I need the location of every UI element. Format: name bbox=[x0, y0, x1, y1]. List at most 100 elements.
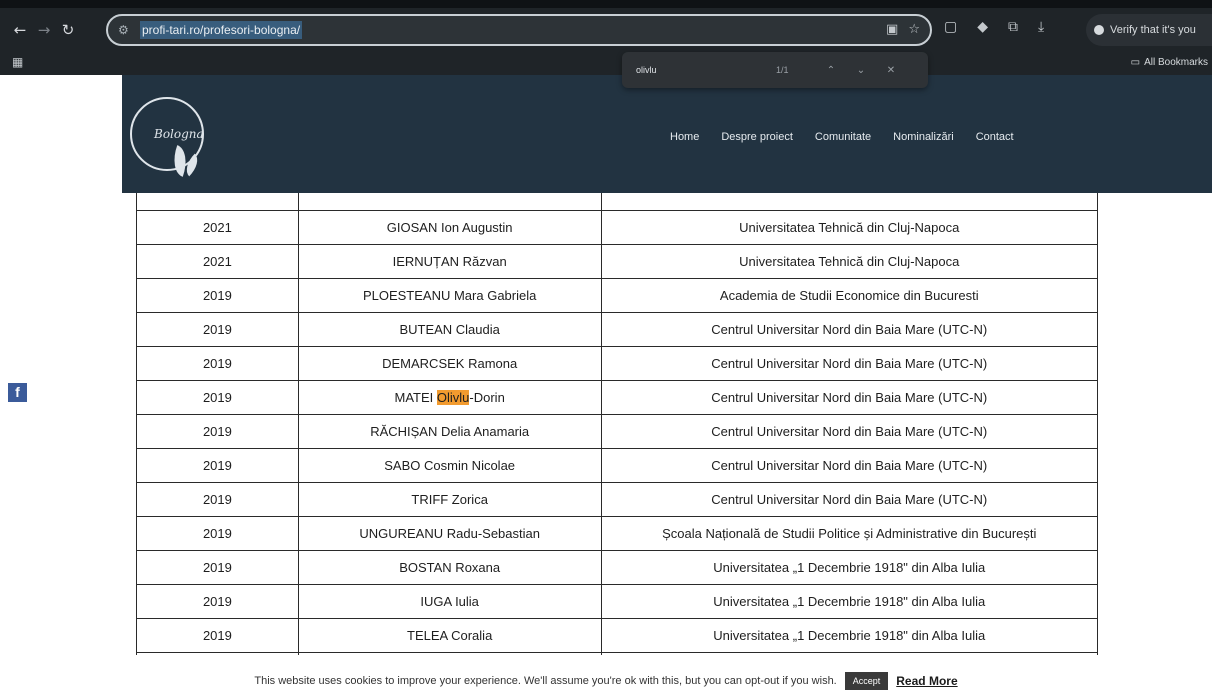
find-match-count: 1/1 bbox=[776, 65, 789, 75]
year-cell: 2019 bbox=[136, 515, 299, 551]
profile-label: Verify that it's you bbox=[1110, 24, 1196, 36]
find-bar: olivlu 1/1 ⌃ ⌄ ✕ bbox=[622, 52, 928, 88]
university-cell: Centrul Universitar Nord din Baia Mare (… bbox=[600, 447, 1098, 483]
table-row-highlighted: 2019 MATEI Olivlu-Dorin Centrul Universi… bbox=[136, 379, 1098, 415]
table-row: 2021 GIOSAN Ion Augustin Universitatea T… bbox=[136, 209, 1098, 245]
name-suffix: -Dorin bbox=[469, 389, 505, 405]
year-cell: 2019 bbox=[136, 481, 299, 517]
name-prefix: MATEI bbox=[394, 389, 437, 405]
university-cell: Centrul Universitar Nord din Baia Mare (… bbox=[600, 413, 1098, 449]
all-bookmarks-label: All Bookmarks bbox=[1144, 57, 1208, 68]
table-row: 2019 BUTEAN Claudia Centrul Universitar … bbox=[136, 311, 1098, 347]
university-cell: Centrul Universitar Nord din Baia Mare (… bbox=[600, 345, 1098, 381]
read-more-link[interactable]: Read More bbox=[896, 674, 957, 688]
back-icon[interactable]: ← bbox=[8, 21, 32, 39]
name-cell: TELEA Coralia bbox=[297, 617, 602, 653]
accept-cookies-button[interactable]: Accept bbox=[844, 671, 889, 690]
site-info-icon[interactable]: ⚙ bbox=[118, 23, 134, 37]
name-cell: BOSTAN Roxana bbox=[297, 549, 602, 585]
find-next-icon[interactable]: ⌄ bbox=[846, 65, 876, 76]
table-row: 2019 PLOESTEANU Mara Gabriela Academia d… bbox=[136, 277, 1098, 313]
name-cell: IUGA Iulia bbox=[297, 583, 602, 619]
page-action-icon[interactable]: ▣ bbox=[886, 22, 898, 37]
university-cell: Universitatea Tehnică din Cluj-Napoca bbox=[600, 209, 1098, 245]
year-cell: 2019 bbox=[136, 379, 299, 415]
table-row: 2019 DEMARCSEK Ramona Centrul Universita… bbox=[136, 345, 1098, 381]
year-cell: 2021 bbox=[136, 209, 299, 245]
address-bar[interactable]: ⚙ profi-tari.ro/profesori-bologna/ ▣ ☆ bbox=[106, 14, 932, 46]
year-cell: 2021 bbox=[136, 243, 299, 279]
table-row-partial-top bbox=[136, 193, 1098, 211]
tab-strip bbox=[0, 0, 1212, 8]
nav-comunitate[interactable]: Comunitate bbox=[815, 131, 871, 143]
url-text[interactable]: profi-tari.ro/profesori-bologna/ bbox=[140, 21, 303, 39]
apps-grid-icon[interactable]: ▦ bbox=[12, 55, 23, 69]
reload-icon[interactable]: ↻ bbox=[56, 21, 80, 39]
nav-home[interactable]: Home bbox=[670, 131, 699, 143]
name-cell: GIOSAN Ion Augustin bbox=[297, 209, 602, 245]
extension-icon[interactable]: ▢ bbox=[944, 19, 957, 35]
year-cell: 2019 bbox=[136, 617, 299, 653]
table-row: 2019 UNGUREANU Radu-Sebastian Școala Naț… bbox=[136, 515, 1098, 551]
site-header: Bologna Home Despre proiect Comunitate N… bbox=[122, 75, 1212, 193]
name-cell: PLOESTEANU Mara Gabriela bbox=[297, 277, 602, 313]
table-row: 2019 BOSTAN Roxana Universitatea „1 Dece… bbox=[136, 549, 1098, 585]
name-cell: BUTEAN Claudia bbox=[297, 311, 602, 347]
forward-icon[interactable]: → bbox=[32, 21, 56, 39]
cookie-text: This website uses cookies to improve you… bbox=[254, 674, 837, 687]
table-row: 2019 RĂCHIȘAN Delia Anamaria Centrul Uni… bbox=[136, 413, 1098, 449]
table-row: 2019 TRIFF Zorica Centrul Universitar No… bbox=[136, 481, 1098, 517]
university-cell: Universitatea „1 Decembrie 1918" din Alb… bbox=[600, 549, 1098, 585]
find-highlight: Olivlu bbox=[436, 389, 470, 405]
year-cell: 2019 bbox=[136, 345, 299, 381]
all-bookmarks-button[interactable]: ▭ All Bookmarks bbox=[1131, 57, 1208, 68]
name-cell: MATEI Olivlu-Dorin bbox=[297, 379, 602, 415]
nav-despre-proiect[interactable]: Despre proiect bbox=[721, 131, 793, 143]
university-cell: Universitatea „1 Decembrie 1918" din Alb… bbox=[600, 617, 1098, 653]
table-row: 2021 IERNUȚAN Răzvan Universitatea Tehni… bbox=[136, 243, 1098, 279]
university-cell: Universitatea Tehnică din Cluj-Napoca bbox=[600, 243, 1098, 279]
year-cell: 2019 bbox=[136, 549, 299, 585]
browser-toolbar: ← → ↻ ⚙ profi-tari.ro/profesori-bologna/… bbox=[0, 8, 1212, 52]
find-close-icon[interactable]: ✕ bbox=[876, 65, 906, 76]
university-cell: Centrul Universitar Nord din Baia Mare (… bbox=[600, 311, 1098, 347]
professors-table: 2021 GIOSAN Ion Augustin Universitatea T… bbox=[136, 193, 1098, 655]
logo-text: Bologna bbox=[154, 127, 204, 141]
year-cell: 2019 bbox=[136, 447, 299, 483]
main-nav: Home Despre proiect Comunitate Nominaliz… bbox=[670, 131, 1014, 143]
site-logo[interactable]: Bologna bbox=[130, 97, 204, 177]
year-cell: 2019 bbox=[136, 277, 299, 313]
university-cell: Centrul Universitar Nord din Baia Mare (… bbox=[600, 379, 1098, 415]
nav-nominalizari[interactable]: Nominalizări bbox=[893, 131, 954, 143]
university-cell: Școala Națională de Studii Politice și A… bbox=[600, 515, 1098, 551]
name-cell: UNGUREANU Radu-Sebastian bbox=[297, 515, 602, 551]
bookmark-star-icon[interactable]: ☆ bbox=[908, 22, 920, 37]
browser-chrome: ← → ↻ ⚙ profi-tari.ro/profesori-bologna/… bbox=[0, 0, 1212, 75]
facebook-icon[interactable]: f bbox=[8, 383, 27, 402]
name-cell: SABO Cosmin Nicolae bbox=[297, 447, 602, 483]
table-row: 2019 TELEA Coralia Universitatea „1 Dece… bbox=[136, 617, 1098, 653]
name-cell: DEMARCSEK Ramona bbox=[297, 345, 602, 381]
university-cell: Academia de Studii Economice din Bucures… bbox=[600, 277, 1098, 313]
find-previous-icon[interactable]: ⌃ bbox=[816, 65, 846, 76]
extension-icon-2[interactable]: ◆ bbox=[977, 19, 988, 35]
cookie-banner: This website uses cookies to improve you… bbox=[0, 668, 1212, 693]
name-cell: RĂCHIȘAN Delia Anamaria bbox=[297, 413, 602, 449]
profile-button[interactable]: Verify that it's you bbox=[1086, 14, 1212, 46]
table-row: 2019 SABO Cosmin Nicolae Centrul Univers… bbox=[136, 447, 1098, 483]
university-cell: Centrul Universitar Nord din Baia Mare (… bbox=[600, 481, 1098, 517]
find-input[interactable]: olivlu bbox=[636, 65, 776, 75]
year-cell: 2019 bbox=[136, 413, 299, 449]
extensions-puzzle-icon[interactable]: ⧉ bbox=[1008, 19, 1018, 35]
folder-icon: ▭ bbox=[1130, 57, 1141, 68]
name-cell: IERNUȚAN Răzvan bbox=[297, 243, 602, 279]
table-row: 2019 IUGA Iulia Universitatea „1 Decembr… bbox=[136, 583, 1098, 619]
year-cell: 2019 bbox=[136, 311, 299, 347]
university-cell: Universitatea „1 Decembrie 1918" din Alb… bbox=[600, 583, 1098, 619]
bookmarks-bar: ▦ ▭ All Bookmarks bbox=[0, 52, 1212, 75]
nav-contact[interactable]: Contact bbox=[976, 131, 1014, 143]
download-icon[interactable]: ⤓ bbox=[1038, 19, 1044, 35]
name-cell: TRIFF Zorica bbox=[297, 481, 602, 517]
avatar bbox=[1094, 25, 1104, 35]
table-row-partial-bottom bbox=[136, 651, 1098, 655]
